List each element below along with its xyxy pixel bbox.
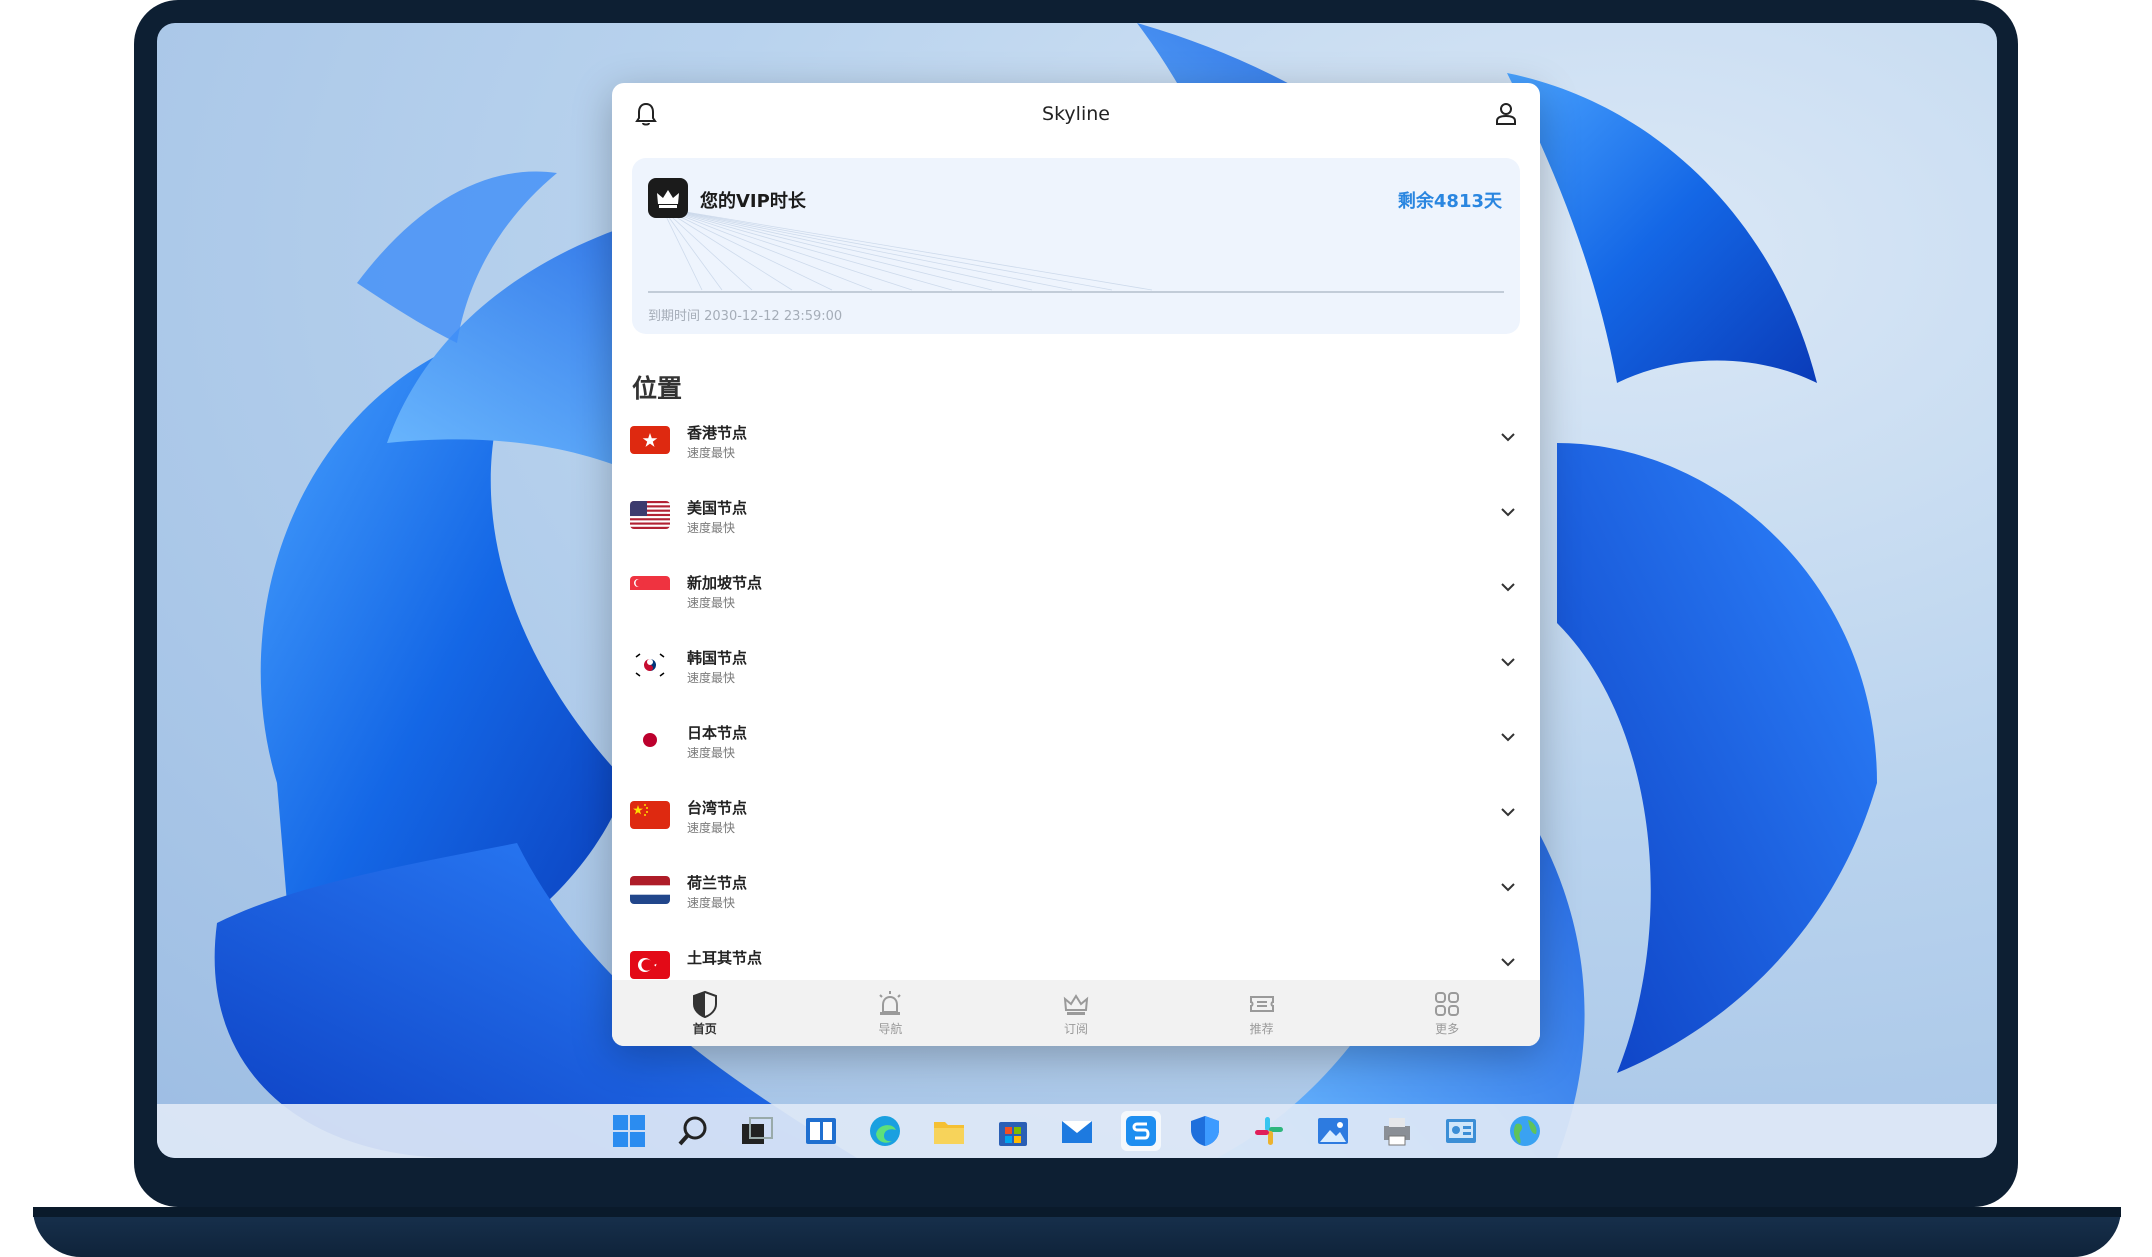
node-name: 荷兰节点 bbox=[687, 874, 748, 892]
control-panel-icon[interactable] bbox=[1441, 1111, 1481, 1151]
nav-tab-subscription[interactable]: 订阅 bbox=[1006, 990, 1146, 1037]
node-speed: 速度最快 bbox=[687, 821, 736, 835]
node-name: 香港节点 bbox=[687, 424, 748, 442]
laptop-base bbox=[33, 1207, 2121, 1257]
node-item-jp[interactable]: 日本节点 速度最快 bbox=[612, 713, 1540, 788]
taskbar bbox=[157, 1104, 1997, 1158]
node-speed: 速度最快 bbox=[687, 896, 736, 910]
vip-card: 您的VIP时长 剩余4813天 到期时间 2030-12-12 23:59:00 bbox=[632, 158, 1520, 334]
vip-remaining-days: 剩余4813天 bbox=[1397, 191, 1502, 212]
node-speed: 速度最快 bbox=[687, 671, 736, 685]
alarm-icon bbox=[879, 990, 902, 1015]
widgets-icon[interactable] bbox=[801, 1111, 841, 1151]
nav-tab-more[interactable]: 更多 bbox=[1377, 990, 1517, 1037]
printer-icon[interactable] bbox=[1377, 1111, 1417, 1151]
location-section-title: 位置 bbox=[632, 374, 683, 403]
chevron-down-icon[interactable] bbox=[1498, 952, 1518, 972]
photos-icon[interactable] bbox=[1313, 1111, 1353, 1151]
skyline-app-window: Skyline 您的VIP时长 剩余4813天 到期时间 2030-12-12 … bbox=[612, 83, 1540, 1046]
hk-flag-icon bbox=[630, 426, 670, 454]
node-item-us[interactable]: 美国节点 速度最快 bbox=[612, 488, 1540, 563]
tr-flag-icon bbox=[630, 951, 670, 979]
file-explorer-icon[interactable] bbox=[929, 1111, 969, 1151]
vip-expire-time: 到期时间 2030-12-12 23:59:00 bbox=[648, 309, 843, 324]
skyline-app-icon[interactable] bbox=[1121, 1111, 1161, 1151]
us-flag-icon bbox=[630, 501, 670, 529]
nav-label: 首页 bbox=[692, 1021, 717, 1036]
shield-icon bbox=[692, 990, 717, 1018]
chevron-down-icon[interactable] bbox=[1498, 577, 1518, 597]
store-icon[interactable] bbox=[993, 1111, 1033, 1151]
jp-flag-icon bbox=[630, 726, 670, 754]
slack-icon[interactable] bbox=[1249, 1111, 1289, 1151]
cn-flag-icon bbox=[630, 801, 670, 829]
ticket-icon bbox=[1249, 995, 1274, 1012]
node-speed: 速度最快 bbox=[687, 521, 736, 535]
node-speed: 速度最快 bbox=[687, 446, 736, 460]
node-list: 香港节点 速度最快 美国节点 速度最快 新加坡节点 速度最快 韩国节点 速度最快… bbox=[612, 413, 1540, 993]
app-titlebar: Skyline bbox=[612, 83, 1540, 145]
vip-divider bbox=[648, 291, 1504, 293]
vip-duration-label: 您的VIP时长 bbox=[700, 191, 806, 212]
nav-label: 推荐 bbox=[1249, 1021, 1274, 1036]
node-item-kr[interactable]: 韩国节点 速度最快 bbox=[612, 638, 1540, 713]
nav-tab-recommend[interactable]: 推荐 bbox=[1192, 990, 1332, 1037]
nav-tab-navigation[interactable]: 导航 bbox=[820, 990, 960, 1037]
task-view-icon[interactable] bbox=[737, 1111, 777, 1151]
chevron-down-icon[interactable] bbox=[1498, 727, 1518, 747]
node-speed: 速度最快 bbox=[687, 746, 736, 760]
node-item-sg[interactable]: 新加坡节点 速度最快 bbox=[612, 563, 1540, 638]
node-item-nl[interactable]: 荷兰节点 速度最快 bbox=[612, 863, 1540, 938]
bottom-navigation: 首页 导航 订阅 推荐 更多 bbox=[612, 980, 1540, 1046]
chevron-down-icon[interactable] bbox=[1498, 502, 1518, 522]
windows-start-icon[interactable] bbox=[609, 1111, 649, 1151]
search-icon[interactable] bbox=[673, 1111, 713, 1151]
nav-label: 更多 bbox=[1435, 1021, 1460, 1036]
node-name: 韩国节点 bbox=[687, 649, 748, 667]
edge-icon[interactable] bbox=[865, 1111, 905, 1151]
chevron-down-icon[interactable] bbox=[1498, 802, 1518, 822]
sg-flag-icon bbox=[630, 576, 670, 604]
node-name: 日本节点 bbox=[687, 724, 748, 742]
globe-icon[interactable] bbox=[1505, 1111, 1545, 1151]
app-title: Skyline bbox=[1042, 103, 1110, 125]
user-icon[interactable] bbox=[1490, 98, 1522, 130]
nav-label: 订阅 bbox=[1063, 1021, 1088, 1036]
nav-tab-home[interactable]: 首页 bbox=[635, 990, 775, 1037]
kr-flag-icon bbox=[630, 651, 670, 679]
nav-label: 导航 bbox=[878, 1021, 903, 1036]
crown-icon bbox=[648, 178, 688, 218]
node-name: 台湾节点 bbox=[687, 799, 748, 817]
chevron-down-icon[interactable] bbox=[1498, 427, 1518, 447]
node-speed: 速度最快 bbox=[687, 596, 736, 610]
nl-flag-icon bbox=[630, 876, 670, 904]
node-name: 美国节点 bbox=[687, 499, 748, 517]
defender-icon[interactable] bbox=[1185, 1111, 1225, 1151]
grid-icon bbox=[1435, 991, 1460, 1016]
mail-icon[interactable] bbox=[1057, 1111, 1097, 1151]
node-item-hk[interactable]: 香港节点 速度最快 bbox=[612, 413, 1540, 488]
node-name: 新加坡节点 bbox=[687, 574, 763, 592]
chevron-down-icon[interactable] bbox=[1498, 877, 1518, 897]
bell-icon[interactable] bbox=[630, 98, 662, 130]
node-name: 土耳其节点 bbox=[687, 949, 763, 967]
desktop-screen: Skyline 您的VIP时长 剩余4813天 到期时间 2030-12-12 … bbox=[157, 23, 1997, 1158]
node-item-tw[interactable]: 台湾节点 速度最快 bbox=[612, 788, 1540, 863]
chevron-down-icon[interactable] bbox=[1498, 652, 1518, 672]
crown-icon bbox=[1063, 993, 1089, 1015]
